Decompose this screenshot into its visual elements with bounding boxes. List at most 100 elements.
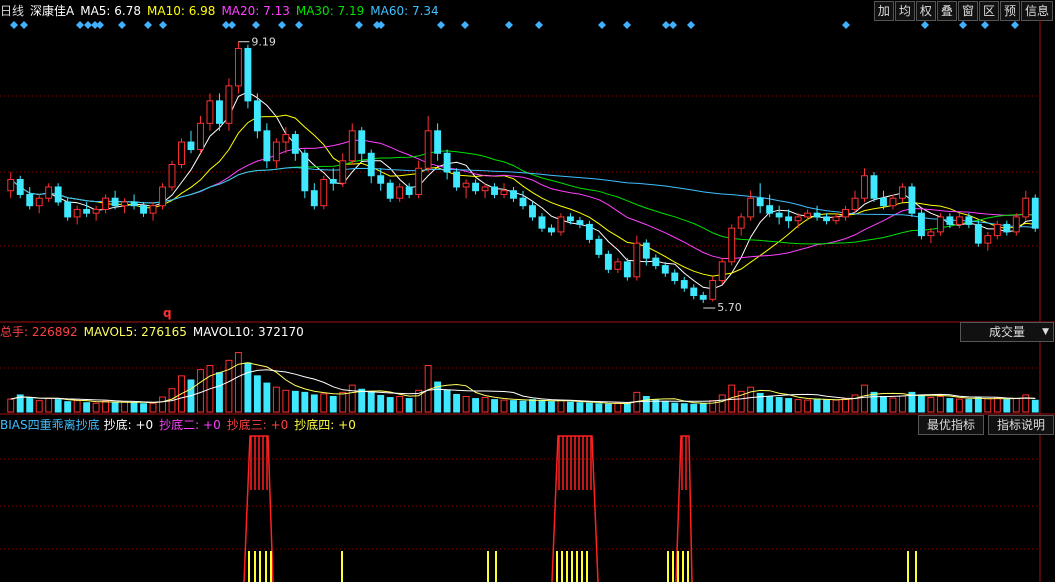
candle-down <box>766 205 774 214</box>
candle-up <box>804 212 812 218</box>
candle-down <box>130 201 138 207</box>
candle-up <box>832 216 840 222</box>
candle-up <box>159 186 166 207</box>
candle-down <box>377 175 385 184</box>
volume-bar-up <box>462 396 470 413</box>
stock-chart[interactable]: 9.19 5.70 q <box>0 0 1055 582</box>
volume-bar-down <box>823 399 831 413</box>
volume-bar-down <box>538 400 546 413</box>
candle-up <box>348 130 356 162</box>
volume-bar-up <box>35 400 43 413</box>
volume-bar-down <box>263 382 271 413</box>
candle-down <box>595 238 603 255</box>
signal-diamond-icon <box>598 21 606 29</box>
candle-up <box>396 186 404 199</box>
indicator-line1: 抄底: +0 <box>103 418 154 432</box>
candle-up <box>424 130 432 169</box>
candle-down <box>472 182 480 192</box>
candle-up <box>747 197 755 218</box>
volume-bar-down <box>1003 399 1011 413</box>
indicator-header: BIAS四重乖离抄底 抄底: +0 抄底二: +0 抄底三: +0 抄底四: +0 <box>0 416 362 434</box>
candle-down <box>652 257 660 267</box>
volume-bar-up <box>45 398 53 413</box>
candle-up <box>633 242 641 278</box>
best-indicator-button[interactable]: 最优指标 <box>917 415 984 435</box>
volume-bar-down <box>510 400 517 413</box>
volume-bar-down <box>253 375 261 413</box>
candle-up <box>197 122 204 151</box>
candle-down <box>946 216 954 225</box>
volume-bar-up <box>481 397 489 413</box>
chevron-down-icon: ▼ <box>1042 327 1049 337</box>
indicator-line4: 抄底四: +0 <box>294 418 356 432</box>
volume-bar-up <box>955 398 963 413</box>
candle-up <box>282 134 290 143</box>
candle-down <box>623 261 631 278</box>
volume-bar-up <box>718 394 726 413</box>
volume-bar-down <box>548 401 555 413</box>
candle-down <box>785 216 793 222</box>
candle-down <box>54 186 62 203</box>
total-volume-label: 总手: 226892 <box>0 325 78 339</box>
candle-up <box>7 178 15 192</box>
volume-bar-down <box>453 393 461 413</box>
candle-up <box>842 208 849 218</box>
candle-down <box>1003 223 1011 233</box>
candle-down <box>699 295 707 300</box>
signal-marker: q <box>163 306 172 320</box>
volume-bar-down <box>491 399 498 413</box>
volume-bar-down <box>386 397 394 413</box>
candle-up <box>557 216 565 233</box>
signal-diamond-icon <box>355 21 363 29</box>
annotations: 9.19 5.70 q <box>10 21 1019 320</box>
signal-diamond-icon <box>10 21 18 29</box>
candle-down <box>566 216 574 222</box>
candle-down <box>453 171 461 188</box>
volume-bar-down <box>291 390 299 413</box>
volume-bar-down <box>946 398 954 413</box>
volume-bar-down <box>377 394 385 413</box>
volume-bar-down <box>680 403 688 413</box>
volume-bar-down <box>585 402 593 413</box>
volume-bar-up <box>272 386 280 413</box>
candle-up <box>500 190 508 195</box>
volume-bar-up <box>936 396 944 413</box>
candle-up <box>45 186 53 199</box>
signal-diamond-icon <box>461 21 469 29</box>
candle-up <box>1012 216 1020 233</box>
volume-bar-down <box>405 398 413 413</box>
signal-diamond-icon <box>623 21 631 29</box>
candle-up <box>889 197 897 207</box>
candle-up <box>737 216 745 229</box>
signal-diamond-icon <box>687 21 695 29</box>
candle-down <box>291 134 299 154</box>
volume-bar-up <box>73 400 81 413</box>
volume-bar-up <box>861 384 868 413</box>
candle-up <box>35 197 43 207</box>
volume-bar-up <box>899 395 906 413</box>
candle-down <box>253 100 261 132</box>
signal-diamond-icon <box>437 21 445 29</box>
low-price-label: 5.70 <box>717 301 742 314</box>
volume-bar-up <box>159 396 166 413</box>
candle-up <box>206 100 214 124</box>
candle-up <box>92 208 100 214</box>
indicator-explain-button[interactable]: 指标说明 <box>987 415 1054 435</box>
candle-down <box>83 208 91 214</box>
candle-down <box>140 205 147 214</box>
volume-bar-down <box>880 396 887 413</box>
signal-diamond-icon <box>20 21 28 29</box>
signal-diamond-icon <box>669 21 677 29</box>
candle-down <box>1031 197 1039 229</box>
volume-bar-up <box>339 391 347 413</box>
candle-up <box>728 227 736 263</box>
candle-down <box>358 130 366 154</box>
candle-down <box>690 287 698 297</box>
volume-bar-up <box>842 398 849 413</box>
volume-bar-down <box>111 401 119 413</box>
volume-indicator-select[interactable]: 成交量 ▼ <box>960 322 1054 342</box>
volume-bar-down <box>661 401 669 413</box>
volume-bar-up <box>993 397 1001 413</box>
volume-bar-down <box>529 399 536 413</box>
candle-down <box>680 280 688 289</box>
